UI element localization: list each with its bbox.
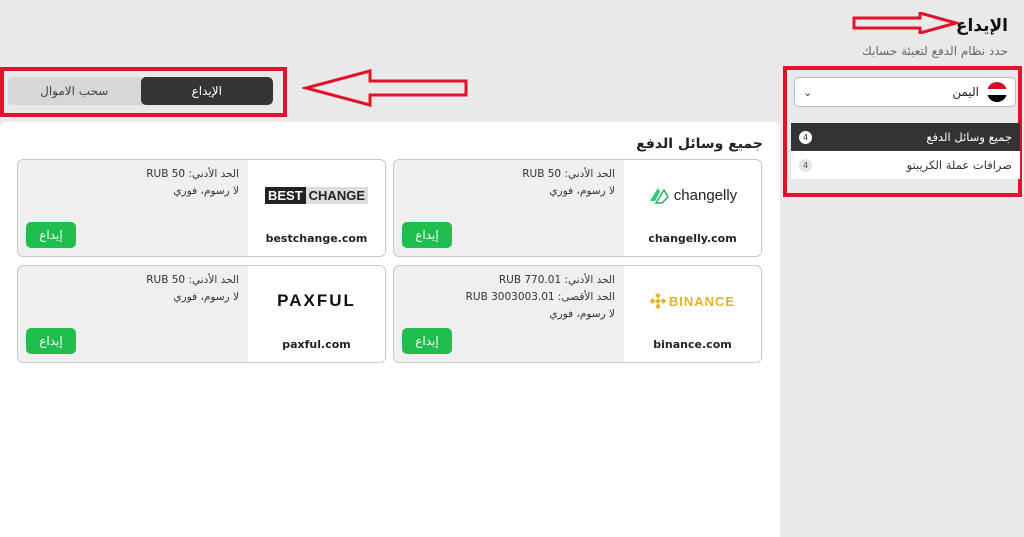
card-info: الحد الأدني: RUB 50 لا رسوم، فوري: [146, 272, 239, 306]
yemen-flag-icon: [987, 82, 1007, 102]
count-badge: 4: [799, 130, 812, 144]
payment-card-bestchange: BEST CHANGE bestchange.com الحد الأدني: …: [17, 159, 386, 257]
card-min-limit: الحد الأدني: RUB 50: [146, 274, 239, 286]
card-logo-area: changelly changelly.com: [624, 160, 761, 256]
count-badge: 4: [799, 158, 812, 172]
card-domain: paxful.com: [282, 338, 351, 351]
card-min-limit: الحد الأدني: RUB 50: [522, 168, 615, 180]
changelly-logo: changelly: [624, 182, 761, 208]
country-select[interactable]: اليمن ⌄: [794, 77, 1016, 107]
payment-filter-sidebar: اليمن ⌄ جميع وسائل الدفع 4 صرافات عملة ا…: [790, 72, 1020, 192]
card-min-limit: الحد الأدني: RUB 50: [146, 168, 239, 180]
card-logo-area: PAXFUL paxful.com: [248, 266, 385, 362]
deposit-button[interactable]: إيداع: [402, 328, 452, 354]
payment-methods-panel: جميع وسائل الدفع changelly changelly.com…: [0, 122, 780, 537]
card-info: الحد الأدني: RUB 50 لا رسوم، فوري: [146, 166, 239, 200]
page-subtitle: حدد نظام الدفع لتعبئة حسابك: [862, 44, 1008, 58]
deposit-withdraw-toggle: سحب الاموال الإيداع: [8, 77, 273, 105]
section-title: جميع وسائل الدفع: [636, 136, 763, 152]
card-fee-note: لا رسوم، فوري: [549, 185, 615, 197]
payment-card-paxful: PAXFUL paxful.com الحد الأدني: RUB 50 لا…: [17, 265, 386, 363]
card-domain: bestchange.com: [265, 232, 368, 245]
country-name: اليمن: [952, 85, 979, 99]
bestchange-logo: BEST CHANGE: [248, 182, 385, 208]
card-logo-area: BEST CHANGE bestchange.com: [248, 160, 385, 256]
card-domain: changelly.com: [648, 232, 737, 245]
binance-logo-text: BINANCE: [668, 293, 736, 309]
sidebar-item-label: جميع وسائل الدفع: [926, 130, 1012, 144]
chevron-down-icon: ⌄: [803, 85, 813, 99]
payment-card-changelly: changelly changelly.com الحد الأدني: RUB…: [393, 159, 762, 257]
sidebar-item-crypto-exchangers[interactable]: صرافات عملة الكريبتو 4: [791, 151, 1020, 179]
sidebar-item-all-payment-methods[interactable]: جميع وسائل الدفع 4: [791, 123, 1020, 151]
card-min-limit: الحد الأدني: RUB 770.01: [498, 274, 615, 286]
page-title: الإيداع: [955, 16, 1008, 36]
sidebar-item-label: صرافات عملة الكريبتو: [906, 158, 1012, 172]
changelly-logo-text: changelly: [673, 186, 738, 204]
annotation-arrow-title: [852, 12, 960, 34]
deposit-button[interactable]: إيداع: [26, 328, 76, 354]
card-fee-note: لا رسوم، فوري: [549, 308, 615, 320]
card-logo-area: BINANCE binance.com: [624, 266, 761, 362]
card-domain: binance.com: [653, 338, 732, 351]
paxful-logo: PAXFUL: [248, 288, 385, 314]
deposit-button[interactable]: إيداع: [26, 222, 76, 248]
binance-logo: BINANCE: [624, 288, 761, 314]
changelly-icon: [649, 188, 669, 204]
deposit-button[interactable]: إيداع: [402, 222, 452, 248]
card-fee-note: لا رسوم، فوري: [173, 185, 239, 197]
annotation-arrow-tabs: [302, 69, 468, 107]
tab-deposit[interactable]: الإيداع: [140, 77, 273, 105]
payment-card-binance: BINANCE binance.com الحد الأدني: RUB 770…: [393, 265, 762, 363]
card-max-limit: الحد الأقصى: RUB 3003003.01: [465, 291, 615, 303]
card-info: الحد الأدني: RUB 50 لا رسوم، فوري: [522, 166, 615, 200]
tab-withdraw[interactable]: سحب الاموال: [8, 77, 141, 105]
paxful-logo-text: PAXFUL: [277, 291, 356, 310]
binance-icon: [649, 293, 666, 309]
bestchange-logo-text-2: CHANGE: [305, 186, 368, 204]
card-fee-note: لا رسوم، فوري: [173, 291, 239, 303]
card-info: الحد الأدني: RUB 770.01 الحد الأقصى: RUB…: [466, 272, 615, 323]
bestchange-logo-text-1: BEST: [264, 186, 306, 204]
